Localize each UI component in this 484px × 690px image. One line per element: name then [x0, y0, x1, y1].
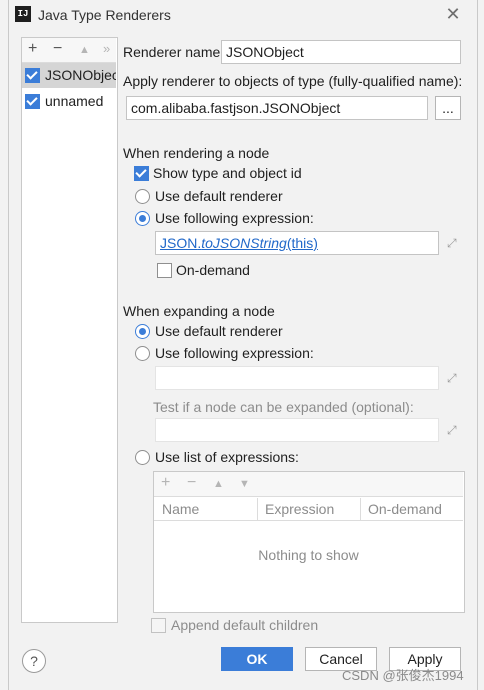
add-expression-button[interactable]: +	[161, 474, 170, 492]
test-expandable-field[interactable]	[155, 418, 439, 442]
append-children-label: Append default children	[171, 617, 319, 633]
intellij-app-icon: IJ	[15, 6, 31, 22]
show-type-checkbox[interactable]	[134, 166, 149, 181]
remove-renderer-button[interactable]: −	[53, 40, 62, 58]
add-renderer-button[interactable]: +	[28, 40, 37, 58]
renderer-name-field[interactable]: JSONObject	[221, 40, 461, 64]
move-expression-up-button[interactable]: ▲	[213, 478, 224, 490]
column-header-on-demand[interactable]: On-demand	[368, 498, 442, 520]
ok-button[interactable]: OK	[221, 647, 293, 671]
expand-editor-icon[interactable]: ⤢	[447, 424, 459, 436]
expression-list-label: Use list of expressions:	[155, 449, 299, 465]
move-up-button[interactable]: ▲	[79, 44, 90, 56]
column-header-expression[interactable]: Expression	[265, 498, 334, 520]
render-expression-field[interactable]: JSON.toJSONString(this)	[155, 231, 439, 255]
expand-default-radio[interactable]	[135, 324, 150, 339]
render-expression-radio[interactable]	[135, 211, 150, 226]
render-expression-label: Use following expression:	[155, 210, 314, 226]
watermark-text: CSDN @张俊杰1994	[342, 668, 464, 683]
show-type-label: Show type and object id	[153, 165, 302, 181]
renderer-list	[21, 37, 118, 623]
renderer-name-label: Renderer name:	[123, 44, 225, 60]
list-item-checkbox[interactable]	[25, 94, 40, 109]
dialog-title: Java Type Renderers	[38, 7, 171, 23]
render-default-radio[interactable]	[135, 189, 150, 204]
column-divider	[257, 498, 258, 520]
close-icon[interactable]: ✕	[444, 4, 462, 25]
list-item-label: JSONObject	[45, 67, 116, 83]
expand-expression-radio[interactable]	[135, 346, 150, 361]
test-expandable-label: Test if a node can be expanded (optional…	[153, 399, 414, 415]
more-actions-button[interactable]: »	[103, 41, 110, 56]
move-expression-down-button[interactable]: ▼	[239, 478, 250, 490]
rendering-heading: When rendering a node	[123, 145, 270, 161]
expand-editor-icon[interactable]: ⤢	[447, 237, 459, 249]
expand-expression-field[interactable]	[155, 366, 439, 390]
list-item-unnamed[interactable]: unnamed	[22, 89, 116, 114]
expression-method-token: toJSONString	[201, 235, 287, 251]
expression-list-radio[interactable]	[135, 450, 150, 465]
remove-expression-button[interactable]: −	[187, 474, 196, 492]
expand-expression-label: Use following expression:	[155, 345, 314, 361]
render-default-label: Use default renderer	[155, 188, 283, 204]
table-header-divider	[154, 520, 463, 521]
append-children-checkbox[interactable]	[151, 618, 166, 633]
expand-editor-icon[interactable]: ⤢	[447, 372, 459, 384]
help-button[interactable]: ?	[22, 649, 46, 673]
type-name-field[interactable]: com.alibaba.fastjson.JSONObject	[126, 96, 428, 120]
expanding-heading: When expanding a node	[123, 303, 275, 319]
expression-class-token: JSON	[160, 235, 198, 251]
expressions-table-toolbar	[154, 472, 463, 497]
column-divider	[360, 498, 361, 520]
browse-type-button[interactable]: ...	[435, 96, 461, 120]
table-empty-text: Nothing to show	[258, 547, 359, 563]
list-item-jsonobject[interactable]: JSONObject	[22, 63, 116, 88]
list-item-label: unnamed	[45, 93, 104, 109]
list-item-checkbox[interactable]	[25, 68, 40, 83]
apply-type-label: Apply renderer to objects of type (fully…	[123, 73, 463, 89]
expression-args-token: (this)	[286, 235, 318, 251]
on-demand-label: On-demand	[176, 262, 250, 278]
expand-default-label: Use default renderer	[155, 323, 283, 339]
column-header-name[interactable]: Name	[162, 498, 199, 520]
on-demand-checkbox[interactable]	[157, 263, 172, 278]
